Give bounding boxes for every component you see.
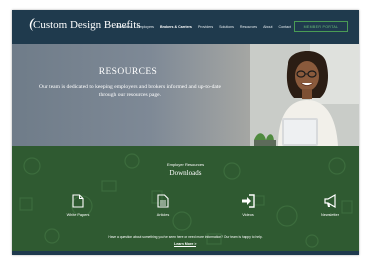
nav-item-brokers-carriers[interactable]: Brokers & Carriers — [160, 25, 192, 29]
resource-newsletter[interactable]: Newsletter — [310, 194, 350, 217]
resource-videos[interactable]: Videos — [228, 194, 268, 217]
nav-item-providers[interactable]: Providers — [198, 25, 213, 29]
resource-label: Newsletter — [321, 213, 339, 217]
nav-item-resources[interactable]: Resources — [240, 25, 257, 29]
hero-banner: RESOURCES Our team is dedicated to keepi… — [12, 44, 359, 146]
document-icon — [72, 194, 84, 208]
resource-label: White Papers — [66, 213, 90, 217]
resource-label: Articles — [156, 213, 170, 217]
section-subtitle: Employer Resources — [166, 162, 205, 167]
article-icon — [157, 194, 169, 208]
nav-item-contact[interactable]: Contact — [279, 25, 291, 29]
nav-item-solutions[interactable]: Solutions — [219, 25, 234, 29]
hero-photo — [250, 44, 359, 146]
top-navigation: Custom Design Benefits Members Employers… — [12, 10, 359, 44]
section-title: Downloads — [169, 169, 202, 177]
nav-item-members[interactable]: Members — [116, 25, 131, 29]
page-title: RESOURCES — [98, 67, 158, 77]
learn-more-link[interactable]: Learn More > — [174, 242, 197, 247]
resource-white-papers[interactable]: White Papers — [58, 194, 98, 217]
hero-description: Our team is dedicated to keeping employe… — [39, 84, 221, 98]
resource-articles[interactable]: Articles — [143, 194, 183, 217]
downloads-section: Employer Resources Downloads White Paper… — [12, 146, 359, 251]
nav-item-employers[interactable]: Employers — [137, 25, 154, 29]
resource-label: Videos — [242, 213, 254, 217]
main-menu: Members Employers Brokers & Carriers Pro… — [116, 25, 291, 29]
nav-item-about[interactable]: About — [263, 25, 272, 29]
help-text: Have a question about something you've s… — [108, 235, 263, 239]
footer-bar — [12, 251, 359, 255]
video-arrow-icon — [242, 194, 255, 208]
megaphone-icon — [323, 194, 336, 208]
member-portal-button[interactable]: MEMBER PORTAL — [294, 21, 348, 32]
browser-frame: Custom Design Benefits Members Employers… — [12, 10, 359, 255]
